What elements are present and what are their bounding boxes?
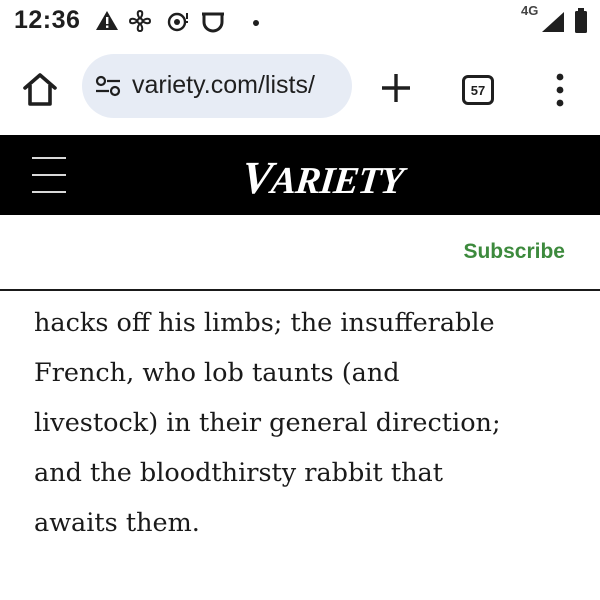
signal-icon xyxy=(542,12,564,32)
browser-toolbar: variety.com/lists/ 57 xyxy=(0,44,600,132)
network-type-label: 4G xyxy=(521,3,539,18)
variety-logo[interactable]: VARIETY xyxy=(239,151,406,204)
home-icon[interactable] xyxy=(20,71,60,107)
site-header: VARIETY xyxy=(0,135,600,215)
tab-switcher-button[interactable]: 57 xyxy=(462,75,494,105)
article-line: and the bloodthirsty rabbit that xyxy=(34,458,443,488)
tab-count: 57 xyxy=(470,82,486,98)
article-line: livestock) in their general direction; xyxy=(34,408,501,438)
fan-icon xyxy=(128,9,152,33)
logo-rest: ARIETY xyxy=(269,160,405,202)
article-body: hacks off his limbs; the insufferable Fr… xyxy=(34,298,574,548)
dot-icon xyxy=(253,20,259,26)
hotspot-icon xyxy=(202,12,224,33)
url-text[interactable]: variety.com/lists/ xyxy=(132,71,315,100)
status-bar: 12:36 4G xyxy=(0,0,600,44)
warning-icon xyxy=(96,11,118,30)
article-line: awaits them. xyxy=(34,508,200,538)
site-settings-icon[interactable] xyxy=(94,74,122,98)
hamburger-menu-icon[interactable] xyxy=(32,155,66,195)
podcast-icon xyxy=(167,12,188,32)
new-tab-icon[interactable] xyxy=(378,70,414,106)
subscribe-link[interactable]: Subscribe xyxy=(463,240,565,264)
article-line: French, who lob taunts (and xyxy=(34,358,400,388)
status-time: 12:36 xyxy=(14,6,81,34)
address-bar[interactable]: variety.com/lists/ xyxy=(82,54,352,118)
battery-icon xyxy=(575,8,587,33)
more-options-icon[interactable] xyxy=(548,70,572,110)
article-line: hacks off his limbs; the insufferable xyxy=(34,308,495,338)
subscribe-bar: Subscribe xyxy=(0,215,600,291)
